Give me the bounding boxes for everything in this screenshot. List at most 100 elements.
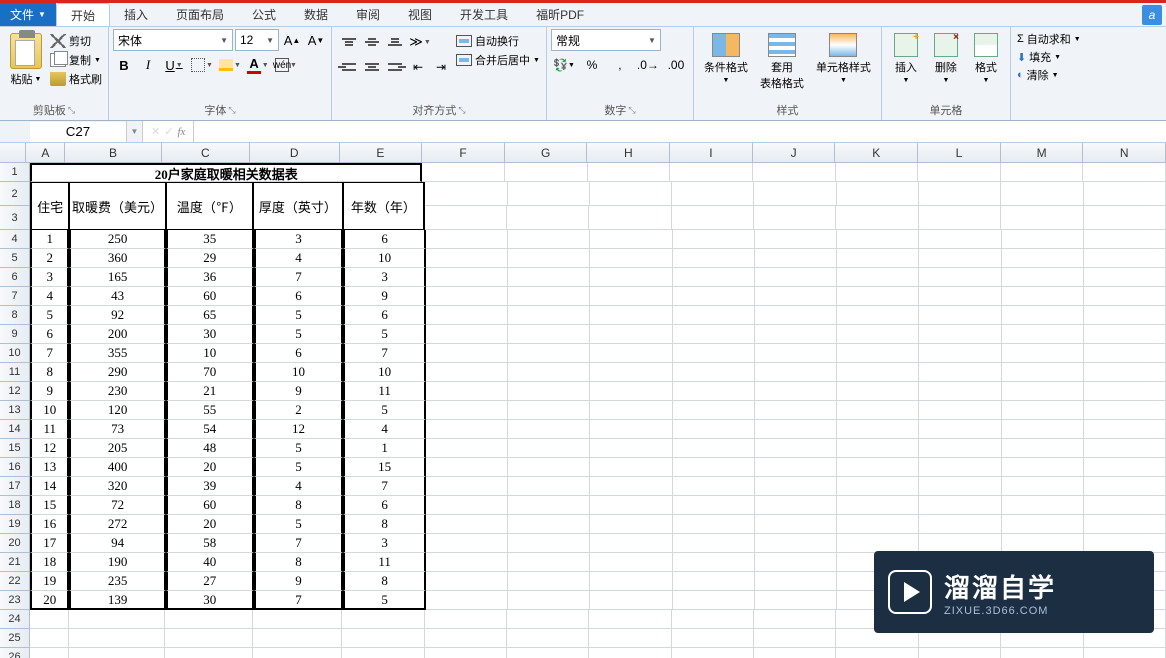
cell[interactable] bbox=[837, 230, 919, 249]
confirm-formula-icon[interactable]: ✓ bbox=[164, 125, 173, 138]
row-header[interactable]: 25 bbox=[0, 629, 30, 648]
cell[interactable] bbox=[1084, 363, 1166, 382]
cell[interactable] bbox=[837, 496, 919, 515]
cell[interactable] bbox=[508, 439, 590, 458]
cell[interactable] bbox=[1084, 268, 1166, 287]
row-header[interactable]: 16 bbox=[0, 458, 30, 477]
cell[interactable]: 60 bbox=[166, 496, 254, 515]
align-right-button[interactable] bbox=[384, 56, 406, 78]
cell[interactable] bbox=[1002, 477, 1084, 496]
align-top-button[interactable] bbox=[338, 31, 360, 53]
fill-button[interactable]: ⬇填充▼ bbox=[1017, 49, 1081, 65]
cell[interactable] bbox=[673, 268, 755, 287]
cell[interactable] bbox=[1084, 182, 1166, 206]
column-header[interactable]: F bbox=[422, 143, 505, 162]
cell[interactable] bbox=[673, 439, 755, 458]
cell[interactable] bbox=[837, 515, 919, 534]
cell[interactable] bbox=[837, 420, 919, 439]
cancel-formula-icon[interactable]: ✕ bbox=[151, 125, 160, 138]
cell[interactable] bbox=[837, 344, 919, 363]
cell[interactable]: 10 bbox=[30, 401, 69, 420]
cell[interactable] bbox=[673, 553, 755, 572]
row-header[interactable]: 8 bbox=[0, 306, 30, 325]
cell[interactable] bbox=[918, 163, 1001, 182]
cell[interactable]: 235 bbox=[69, 572, 165, 591]
row-header[interactable]: 10 bbox=[0, 344, 30, 363]
cell[interactable]: 10 bbox=[343, 249, 426, 268]
cell[interactable] bbox=[673, 306, 755, 325]
cell[interactable] bbox=[508, 230, 590, 249]
wrap-text-button[interactable]: 自动换行 bbox=[456, 33, 540, 49]
name-box[interactable] bbox=[30, 122, 126, 142]
cell[interactable] bbox=[919, 287, 1001, 306]
row-header[interactable]: 24 bbox=[0, 610, 30, 629]
cell[interactable] bbox=[590, 496, 672, 515]
cell[interactable] bbox=[837, 325, 919, 344]
cell[interactable] bbox=[165, 629, 253, 648]
cell[interactable] bbox=[919, 496, 1001, 515]
cell[interactable] bbox=[30, 629, 69, 648]
cell[interactable] bbox=[426, 325, 508, 344]
cell[interactable] bbox=[1084, 344, 1166, 363]
cell[interactable]: 190 bbox=[69, 553, 165, 572]
cell[interactable] bbox=[755, 249, 837, 268]
cell[interactable] bbox=[1002, 325, 1084, 344]
cell[interactable] bbox=[919, 401, 1001, 420]
column-header[interactable]: L bbox=[918, 143, 1001, 162]
column-header[interactable]: J bbox=[753, 143, 836, 162]
cell[interactable] bbox=[590, 182, 672, 206]
cell[interactable]: 16 bbox=[30, 515, 69, 534]
cell[interactable]: 94 bbox=[69, 534, 165, 553]
cell[interactable] bbox=[507, 629, 589, 648]
tab-layout[interactable]: 页面布局 bbox=[162, 3, 238, 26]
column-header[interactable]: C bbox=[162, 143, 250, 162]
decrease-font-button[interactable]: A▼ bbox=[305, 29, 327, 51]
cell[interactable] bbox=[673, 477, 755, 496]
cell[interactable] bbox=[755, 401, 837, 420]
cell[interactable]: 20户家庭取暖相关数据表 bbox=[30, 163, 422, 182]
cell[interactable] bbox=[1002, 458, 1084, 477]
column-header[interactable]: D bbox=[250, 143, 340, 162]
cell[interactable] bbox=[1001, 163, 1084, 182]
increase-decimal-button[interactable]: .0→ bbox=[635, 54, 661, 76]
cell[interactable]: 5 bbox=[343, 325, 426, 344]
cell[interactable]: 4 bbox=[254, 477, 344, 496]
row-header[interactable]: 7 bbox=[0, 287, 30, 306]
clear-button[interactable]: ◐清除▼ bbox=[1017, 67, 1081, 83]
cell[interactable] bbox=[1084, 477, 1166, 496]
cell[interactable] bbox=[755, 420, 837, 439]
column-header[interactable]: E bbox=[340, 143, 423, 162]
cell[interactable] bbox=[590, 249, 672, 268]
cell[interactable]: 6 bbox=[343, 230, 426, 249]
row-header[interactable]: 12 bbox=[0, 382, 30, 401]
cell-style-button[interactable]: 单元格样式▼ bbox=[810, 29, 877, 88]
cell[interactable] bbox=[673, 420, 755, 439]
cell[interactable]: 18 bbox=[30, 553, 69, 572]
decrease-decimal-button[interactable]: .00 bbox=[663, 54, 689, 76]
cell[interactable] bbox=[754, 610, 836, 629]
format-cells-button[interactable]: 格式▼ bbox=[966, 29, 1006, 88]
cell[interactable] bbox=[1084, 249, 1166, 268]
cell[interactable]: 13 bbox=[30, 458, 69, 477]
cell[interactable] bbox=[589, 610, 671, 629]
cell[interactable] bbox=[1084, 458, 1166, 477]
cell[interactable]: 1 bbox=[343, 439, 426, 458]
cell[interactable] bbox=[919, 344, 1001, 363]
column-header[interactable]: A bbox=[26, 143, 65, 162]
cell[interactable] bbox=[1084, 439, 1166, 458]
cell[interactable] bbox=[1084, 206, 1166, 230]
cell[interactable] bbox=[590, 363, 672, 382]
cell[interactable] bbox=[919, 363, 1001, 382]
cell[interactable] bbox=[673, 230, 755, 249]
cell[interactable]: 9 bbox=[343, 287, 426, 306]
cell[interactable]: 20 bbox=[30, 591, 69, 610]
autosum-button[interactable]: Σ自动求和▼ bbox=[1017, 31, 1081, 47]
cell[interactable]: 住宅 bbox=[30, 182, 69, 230]
cell[interactable]: 取暖费（美元） bbox=[69, 182, 165, 230]
cell[interactable]: 230 bbox=[69, 382, 165, 401]
row-header[interactable]: 18 bbox=[0, 496, 30, 515]
cell[interactable] bbox=[590, 306, 672, 325]
cell[interactable] bbox=[755, 496, 837, 515]
cell[interactable] bbox=[755, 268, 837, 287]
cell[interactable] bbox=[69, 610, 165, 629]
